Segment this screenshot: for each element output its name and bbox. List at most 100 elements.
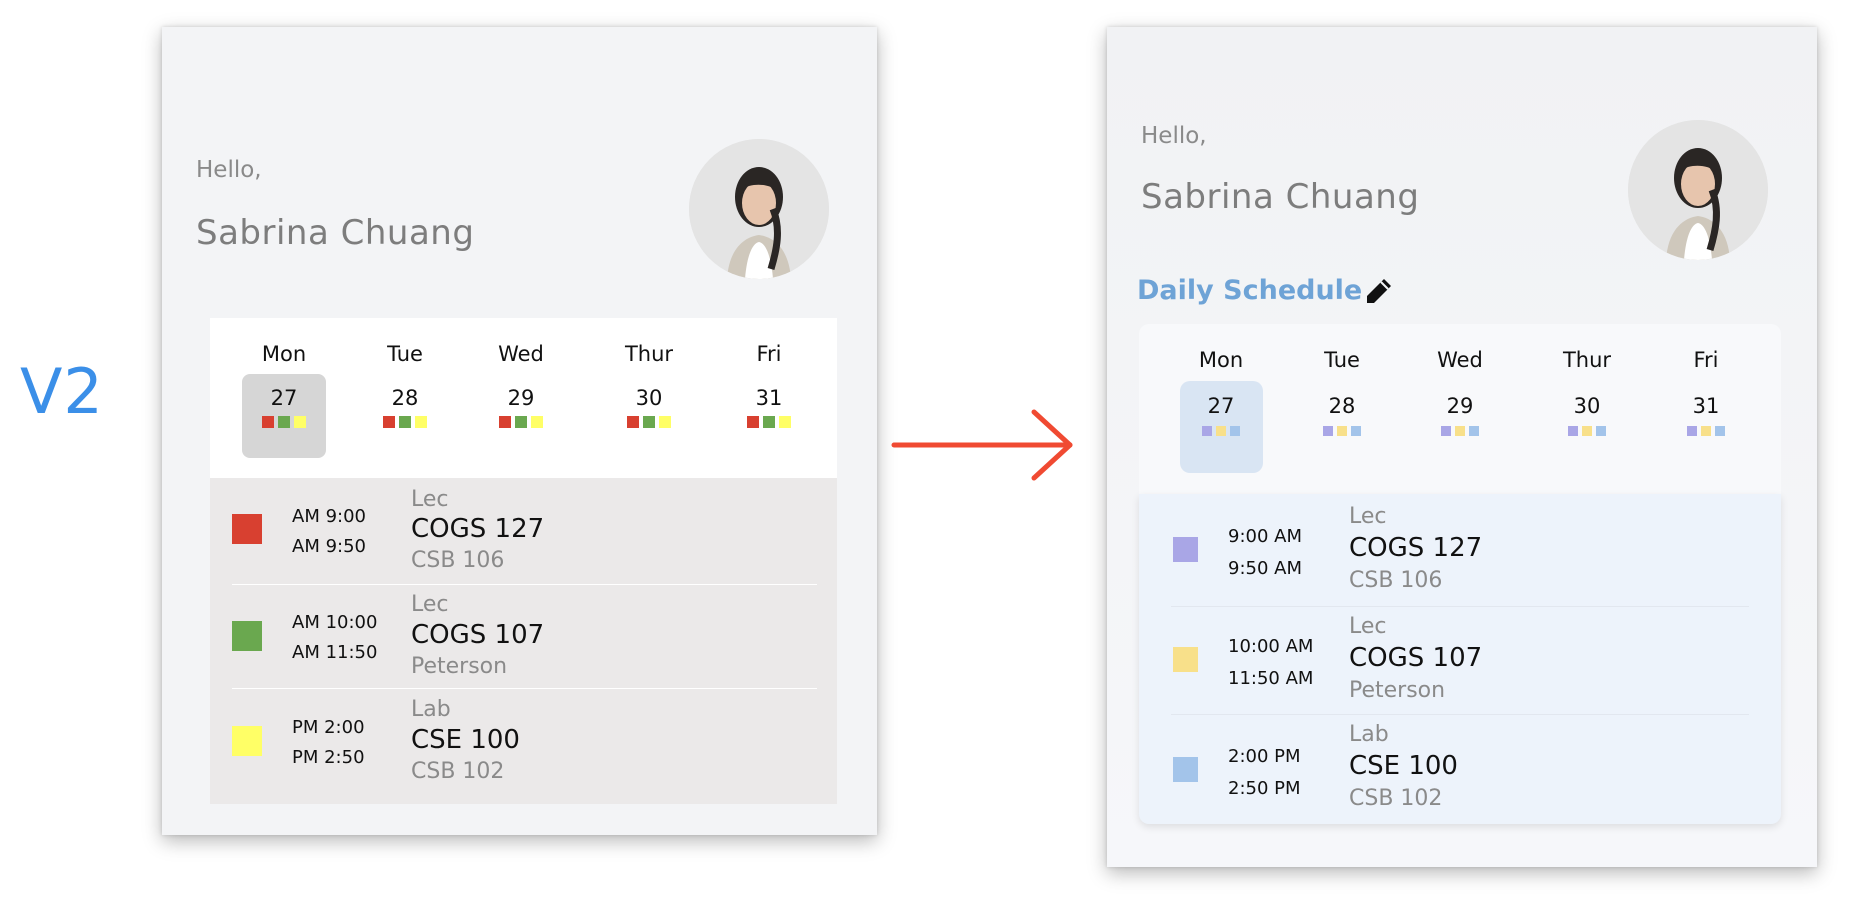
greeting: Hello, (196, 157, 262, 183)
event-course: COGS 127 (1349, 533, 1483, 563)
day-name: Tue (1324, 348, 1360, 372)
event-course: COGS 127 (411, 514, 545, 544)
day-name: Wed (498, 342, 544, 366)
event-course: COGS 107 (411, 620, 545, 650)
day-date: 29 (1446, 394, 1474, 418)
day-mon[interactable]: Mon 27 (1176, 348, 1266, 436)
event-dots (1661, 426, 1751, 436)
event-dot (1230, 426, 1240, 436)
day-mon[interactable]: Mon 27 (239, 342, 329, 428)
event-dots (1176, 426, 1266, 436)
event-dot (659, 416, 671, 428)
event-type: Lab (411, 697, 451, 722)
day-wed[interactable]: Wed 29 (1415, 348, 1505, 436)
week-selector: Mon 27 Tue 28 Wed 29 Thur 30 Fri 31 (210, 318, 837, 478)
event-course: COGS 107 (1349, 643, 1483, 673)
event-dot (515, 416, 527, 428)
event-dot (1323, 426, 1333, 436)
day-tue[interactable]: Tue 28 (1297, 348, 1387, 436)
event-list: AM 9:00 AM 9:50 Lec COGS 127 CSB 106 AM … (210, 478, 837, 804)
event-dot (531, 416, 543, 428)
day-fri[interactable]: Fri 31 (724, 342, 814, 428)
event-start-time: AM 10:00 (292, 612, 378, 633)
day-thur[interactable]: Thur 30 (604, 342, 694, 428)
event-dots (476, 416, 566, 428)
event-dots (1415, 426, 1505, 436)
day-tue[interactable]: Tue 28 (360, 342, 450, 428)
event-location: CSB 102 (1349, 786, 1443, 811)
version-label: V2 (20, 355, 104, 428)
event-start-time: PM 2:00 (292, 717, 365, 738)
day-date: 30 (635, 386, 663, 410)
day-date: 28 (391, 386, 419, 410)
avatar-photo-icon (1628, 120, 1768, 260)
event-item[interactable]: AM 10:00 AM 11:50 Lec COGS 107 Peterson (210, 585, 837, 688)
event-color-swatch (1173, 757, 1198, 782)
event-type: Lec (1349, 504, 1387, 529)
event-location: Peterson (411, 654, 508, 679)
avatar-photo-icon (689, 139, 829, 279)
event-type: Lab (1349, 722, 1389, 747)
event-dot (399, 416, 411, 428)
event-item[interactable]: 2:00 PM 2:50 PM Lab CSE 100 CSB 102 (1139, 715, 1781, 824)
event-dot (1687, 426, 1697, 436)
before-screen: Hello, Sabrina Chuang Mon 27 Tue 28 Wed … (162, 27, 877, 835)
day-date: 28 (1328, 394, 1356, 418)
day-thur[interactable]: Thur 30 (1542, 348, 1632, 436)
user-name: Sabrina Chuang (196, 213, 475, 253)
event-item[interactable]: PM 2:00 PM 2:50 Lab CSE 100 CSB 102 (210, 689, 837, 799)
event-start-time: 10:00 AM (1228, 636, 1314, 657)
event-color-swatch (1173, 537, 1198, 562)
event-dots (1297, 426, 1387, 436)
event-dot (278, 416, 290, 428)
event-dot (1582, 426, 1592, 436)
avatar[interactable] (1628, 120, 1768, 260)
day-date: 31 (1692, 394, 1720, 418)
event-dots (604, 416, 694, 428)
day-date: 27 (1207, 394, 1235, 418)
event-start-time: AM 9:00 (292, 506, 366, 527)
event-dot (1469, 426, 1479, 436)
event-dot (294, 416, 306, 428)
event-course: CSE 100 (411, 725, 520, 755)
after-screen: Hello, Sabrina Chuang Daily Schedule Mon… (1107, 27, 1817, 867)
pencil-icon[interactable] (1362, 276, 1394, 308)
event-location: Peterson (1349, 678, 1446, 703)
day-name: Thur (624, 342, 674, 366)
event-dots (724, 416, 814, 428)
day-date: 29 (507, 386, 535, 410)
event-dot (262, 416, 274, 428)
event-location: CSB 102 (411, 759, 505, 784)
event-dot (747, 416, 759, 428)
event-item[interactable]: 9:00 AM 9:50 AM Lec COGS 127 CSB 106 (1139, 494, 1781, 606)
event-dot (763, 416, 775, 428)
event-end-time: 11:50 AM (1228, 668, 1314, 689)
event-end-time: 9:50 AM (1228, 558, 1302, 579)
event-item[interactable]: AM 9:00 AM 9:50 Lec COGS 127 CSB 106 (210, 478, 837, 584)
event-dot (1441, 426, 1451, 436)
event-color-swatch (1173, 647, 1198, 672)
greeting: Hello, (1141, 123, 1207, 149)
event-color-swatch (232, 514, 262, 544)
daily-schedule-title: Daily Schedule (1137, 275, 1363, 306)
user-name: Sabrina Chuang (1141, 177, 1420, 217)
event-color-swatch (232, 621, 262, 651)
event-dot (1701, 426, 1711, 436)
event-end-time: AM 9:50 (292, 536, 366, 557)
event-location: CSB 106 (411, 548, 505, 573)
event-dot (643, 416, 655, 428)
day-date: 30 (1573, 394, 1601, 418)
event-dot (415, 416, 427, 428)
event-dot (1596, 426, 1606, 436)
event-dot (1202, 426, 1212, 436)
day-date: 27 (270, 386, 298, 410)
event-end-time: AM 11:50 (292, 642, 378, 663)
event-dot (1568, 426, 1578, 436)
event-end-time: PM 2:50 (292, 747, 365, 768)
day-wed[interactable]: Wed 29 (476, 342, 566, 428)
day-fri[interactable]: Fri 31 (1661, 348, 1751, 436)
event-end-time: 2:50 PM (1228, 778, 1301, 799)
avatar[interactable] (689, 139, 829, 279)
day-name: Tue (387, 342, 423, 366)
event-item[interactable]: 10:00 AM 11:50 AM Lec COGS 107 Peterson (1139, 607, 1781, 714)
